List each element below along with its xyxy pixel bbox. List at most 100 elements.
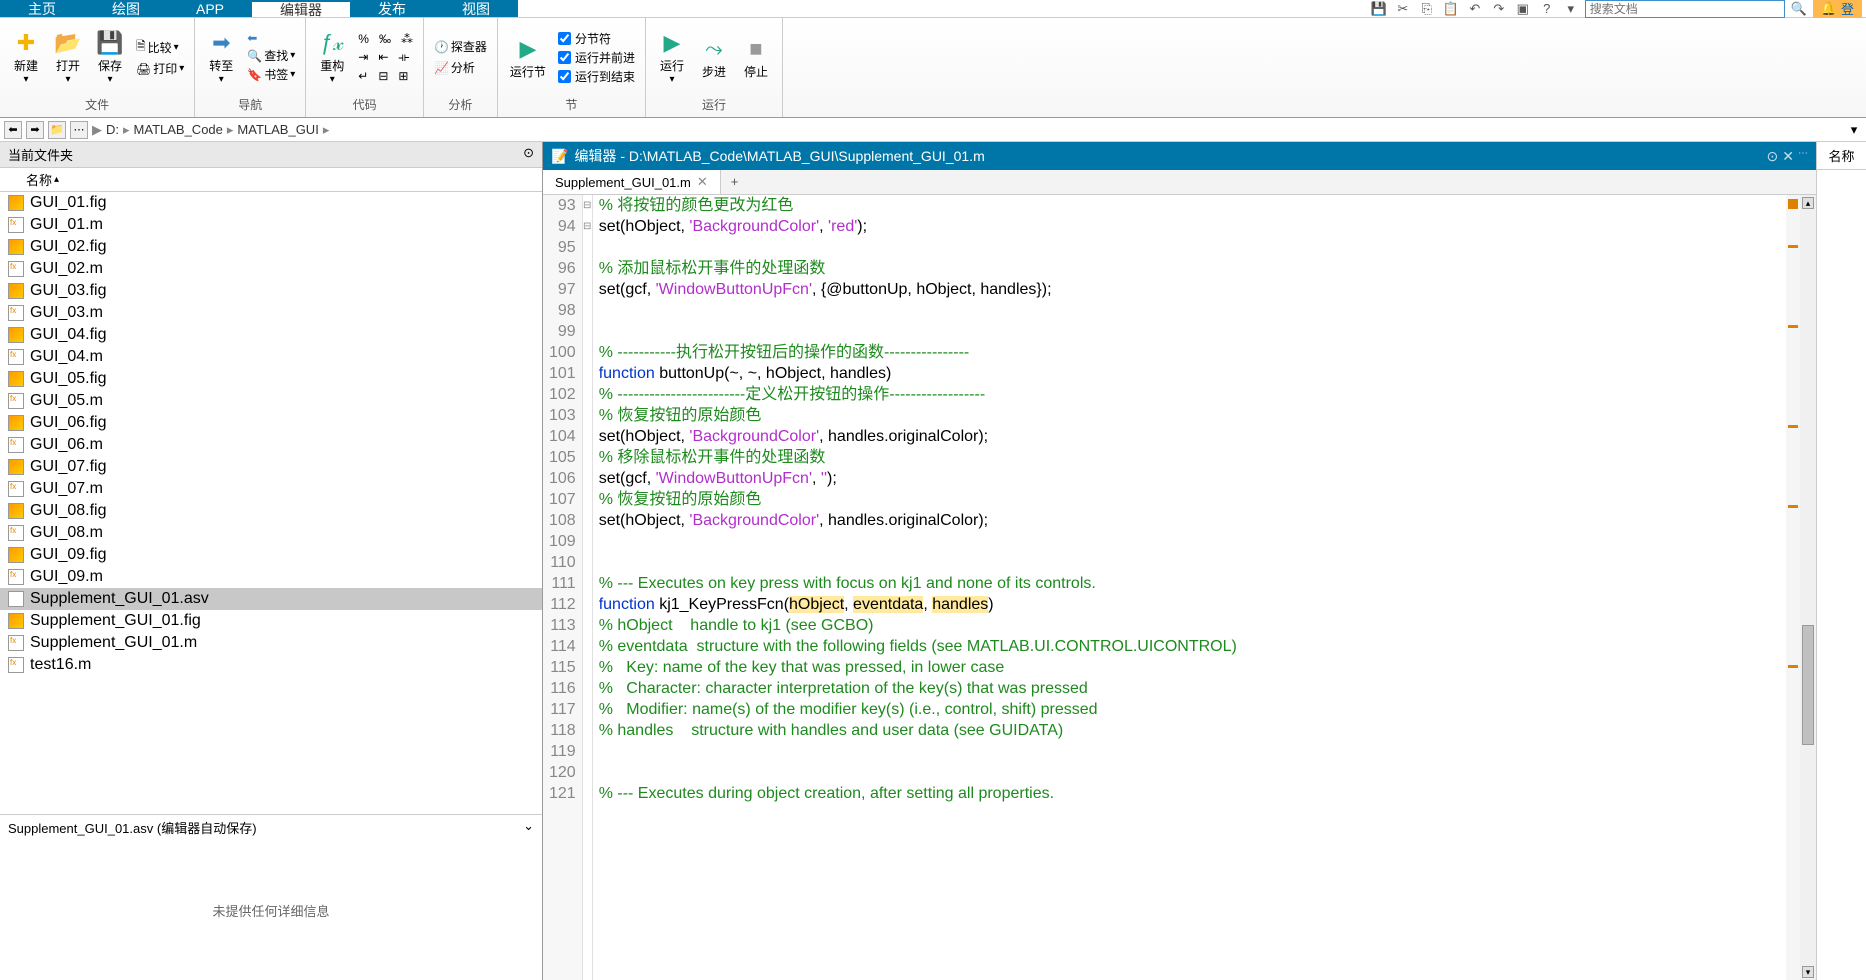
file-item[interactable]: GUI_06.m	[0, 434, 542, 456]
code-line[interactable]: % Modifier: name(s) of the modifier key(…	[599, 699, 1780, 720]
file-item[interactable]: GUI_02.m	[0, 258, 542, 280]
code-line[interactable]: % --- Executes on key press with focus o…	[599, 573, 1780, 594]
path-segment[interactable]: D:	[106, 122, 119, 137]
scroll-up-button[interactable]: ▴	[1802, 197, 1814, 209]
file-list-header[interactable]: 名称 ▴	[0, 168, 542, 192]
file-item[interactable]: GUI_04.m	[0, 346, 542, 368]
fold-column[interactable]: ⊟⊟	[583, 195, 593, 980]
code-line[interactable]	[599, 741, 1780, 762]
code-line[interactable]: % eventdata structure with the following…	[599, 636, 1780, 657]
detail-header[interactable]: Supplement_GUI_01.asv (编辑器自动保存) ⌄	[0, 814, 542, 840]
code-line[interactable]: % hObject handle to kj1 (see GCBO)	[599, 615, 1780, 636]
menu-tab-4[interactable]: 发布	[350, 0, 434, 17]
code-line[interactable]: % Key: name of the key that was pressed,…	[599, 657, 1780, 678]
search-input[interactable]	[1585, 0, 1785, 18]
open-button[interactable]: 📂打开▾	[48, 20, 88, 94]
comment-block-icon[interactable]: ‰	[375, 31, 395, 47]
warning-summary-icon[interactable]	[1788, 199, 1798, 209]
smart-indent-icon[interactable]: ⟛	[394, 49, 413, 66]
wrap-icon[interactable]: ↵	[354, 68, 372, 84]
run-section-button[interactable]: ▶运行节	[504, 20, 552, 94]
indent-icon[interactable]: ⇥	[354, 49, 372, 66]
analyze-button[interactable]: 📈分析	[430, 58, 491, 77]
nav-back-button[interactable]: ⬅	[243, 30, 299, 46]
outdent-icon[interactable]: ⇤	[374, 49, 392, 66]
tab-supplement-gui[interactable]: Supplement_GUI_01.m ✕	[543, 170, 721, 194]
file-item[interactable]: GUI_07.m	[0, 478, 542, 500]
code-line[interactable]: set(gcf, 'WindowButtonUpFcn', '');	[599, 468, 1780, 489]
code-line[interactable]: set(hObject, 'BackgroundColor', 'red');	[599, 216, 1780, 237]
code-line[interactable]: % 恢复按钮的原始颜色	[599, 405, 1780, 426]
save-icon[interactable]: 💾	[1369, 0, 1389, 19]
step-button[interactable]: ⤳步进	[694, 20, 734, 94]
back-button[interactable]: ⬅	[4, 121, 22, 139]
goto-button[interactable]: ➡转至▾	[201, 20, 241, 94]
run-button[interactable]: ▶运行▾	[652, 20, 692, 94]
code-line[interactable]: % ------------------------定义松开按钮的操作-----…	[599, 384, 1780, 405]
file-item[interactable]: GUI_01.fig	[0, 192, 542, 214]
run-to-end-check[interactable]: 运行到结束	[554, 67, 639, 86]
fold-icon[interactable]: ⊟	[374, 68, 392, 84]
code-line[interactable]: function kj1_KeyPressFcn(hObject, eventd…	[599, 594, 1780, 615]
file-item[interactable]: test16.m	[0, 654, 542, 676]
scroll-thumb[interactable]	[1802, 625, 1814, 745]
workspace-name-header[interactable]: 名称	[1817, 142, 1866, 170]
menu-tab-0[interactable]: 主页	[0, 0, 84, 17]
uncomment-icon[interactable]: ⁂	[397, 31, 417, 47]
file-item[interactable]: GUI_01.m	[0, 214, 542, 236]
section-break-check[interactable]: 分节符	[554, 29, 639, 48]
scrollbar-vertical[interactable]: ▴ ▾	[1800, 195, 1816, 980]
marker-icon[interactable]	[1788, 665, 1798, 668]
add-tab-button[interactable]: +	[721, 170, 749, 194]
refactor-button[interactable]: ƒ𝓍重构▾	[312, 20, 352, 94]
find-button[interactable]: 🔍查找▾	[243, 46, 299, 65]
marker-icon[interactable]	[1788, 325, 1798, 328]
code-line[interactable]	[599, 762, 1780, 783]
code-line[interactable]	[599, 531, 1780, 552]
code-line[interactable]	[599, 552, 1780, 573]
copy-icon[interactable]: ⎘	[1417, 0, 1437, 19]
code-lines[interactable]: % 将按钮的颜色更改为红色set(hObject, 'BackgroundCol…	[593, 195, 1786, 980]
search-icon[interactable]: 🔍	[1789, 0, 1809, 19]
menu-tab-1[interactable]: 绘图	[84, 0, 168, 17]
file-item[interactable]: GUI_03.m	[0, 302, 542, 324]
code-line[interactable]: % 添加鼠标松开事件的处理函数	[599, 258, 1780, 279]
compare-button[interactable]: 🗎比较▾	[132, 36, 188, 59]
file-item[interactable]: Supplement_GUI_01.asv	[0, 588, 542, 610]
code-line[interactable]: set(gcf, 'WindowButtonUpFcn', {@buttonUp…	[599, 279, 1780, 300]
file-item[interactable]: GUI_02.fig	[0, 236, 542, 258]
comment-percent-icon[interactable]: %	[354, 31, 373, 47]
file-item[interactable]: GUI_08.m	[0, 522, 542, 544]
run-advance-check[interactable]: 运行并前进	[554, 48, 639, 67]
file-item[interactable]: Supplement_GUI_01.fig	[0, 610, 542, 632]
login-button[interactable]: 🔔 登	[1813, 0, 1862, 18]
code-line[interactable]: % --- Executes during object creation, a…	[599, 783, 1780, 804]
file-item[interactable]: GUI_06.fig	[0, 412, 542, 434]
file-item[interactable]: Supplement_GUI_01.m	[0, 632, 542, 654]
code-line[interactable]: % handles structure with handles and use…	[599, 720, 1780, 741]
dock-icon[interactable]: ⊙	[1767, 148, 1779, 165]
code-line[interactable]: % 移除鼠标松开事件的处理函数	[599, 447, 1780, 468]
close-editor-icon[interactable]: ✕	[1782, 148, 1794, 165]
path-segment[interactable]: MATLAB_GUI	[237, 122, 318, 137]
cut-icon[interactable]: ✂	[1393, 0, 1413, 19]
paste-icon[interactable]: 📋	[1441, 0, 1461, 19]
file-list[interactable]: GUI_01.figGUI_01.mGUI_02.figGUI_02.m GUI_…	[0, 192, 542, 814]
save-button[interactable]: 💾保存▾	[90, 20, 130, 94]
help-icon[interactable]: ?	[1537, 0, 1557, 19]
unfold-icon[interactable]: ⊞	[394, 68, 412, 84]
scroll-down-button[interactable]: ▾	[1802, 966, 1814, 978]
code-line[interactable]: % -----------执行松开按钮后的操作的函数--------------…	[599, 342, 1780, 363]
file-item[interactable]: GUI_08.fig	[0, 500, 542, 522]
marker-icon[interactable]	[1788, 505, 1798, 508]
stop-button[interactable]: ■停止	[736, 20, 776, 94]
code-line[interactable]: set(hObject, 'BackgroundColor', handles.…	[599, 426, 1780, 447]
marker-icon[interactable]	[1788, 245, 1798, 248]
menu-tab-2[interactable]: APP	[168, 0, 252, 17]
code-area[interactable]: 9394959697989910010110210310410510610710…	[543, 195, 1816, 980]
resources-icon[interactable]: ▾	[1561, 0, 1581, 19]
file-item[interactable]: GUI_09.m	[0, 566, 542, 588]
browse-button[interactable]: ⋯	[70, 121, 88, 139]
file-item[interactable]: GUI_09.fig	[0, 544, 542, 566]
more-icon[interactable]: ⋯	[1798, 148, 1808, 165]
